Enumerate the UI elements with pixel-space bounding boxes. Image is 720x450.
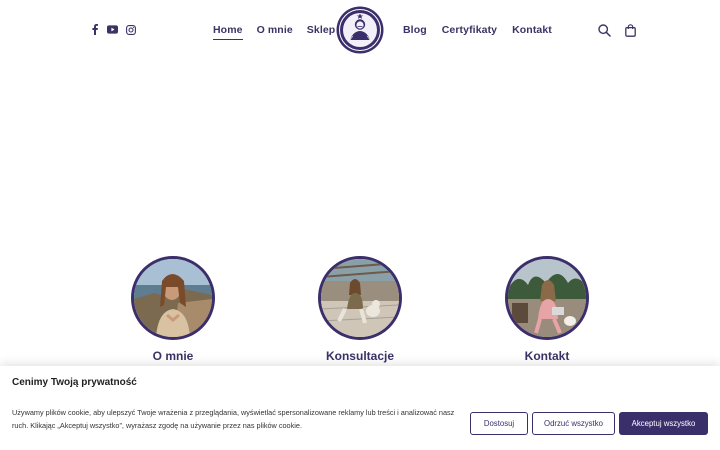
accept-all-button[interactable]: Akceptuj wszystko — [619, 412, 708, 435]
card-title-kontakt[interactable]: Kontakt — [477, 349, 617, 363]
header-actions — [598, 24, 638, 37]
nav-blog[interactable]: Blog — [403, 24, 427, 39]
reject-all-button[interactable]: Odrzuć wszystko — [532, 412, 615, 435]
cookie-description: Używamy plików cookie, aby ulepszyć Twoj… — [12, 408, 455, 430]
nav-kontakt[interactable]: Kontakt — [512, 24, 552, 39]
nav-home[interactable]: Home — [213, 24, 243, 40]
card-photo-kontakt[interactable] — [505, 256, 589, 340]
card-title-konsultacje[interactable]: Konsultacje — [290, 349, 430, 363]
main-nav-left: Home O mnie Sklep — [213, 24, 335, 40]
card-konsultacje: Konsultacje — [290, 256, 430, 363]
facebook-icon[interactable] — [89, 24, 100, 35]
cookie-title: Cenimy Twoją prywatność — [12, 377, 137, 388]
youtube-icon[interactable] — [107, 24, 118, 35]
card-title-o-mnie[interactable]: O mnie — [103, 349, 243, 363]
nav-sklep[interactable]: Sklep — [307, 24, 336, 40]
search-icon[interactable] — [598, 24, 611, 37]
customize-button[interactable]: Dostosuj — [470, 412, 528, 435]
main-nav-right: Blog Certyfikaty Kontakt — [403, 24, 552, 39]
site-header: Home O mnie Sklep Blog Certyfikaty Konta… — [0, 0, 720, 62]
cookie-banner: Cenimy Twoją prywatność Używamy plików c… — [0, 366, 720, 450]
card-o-mnie: O mnie — [103, 256, 243, 363]
card-kontakt: Kontakt — [477, 256, 617, 363]
card-photo-o-mnie[interactable] — [131, 256, 215, 340]
page: Home O mnie Sklep Blog Certyfikaty Konta… — [0, 0, 720, 450]
instagram-icon[interactable] — [125, 24, 136, 35]
nav-certyfikaty[interactable]: Certyfikaty — [442, 24, 497, 39]
nav-o-mnie[interactable]: O mnie — [257, 24, 293, 40]
card-photo-konsultacje[interactable] — [318, 256, 402, 340]
shopping-bag-icon[interactable] — [625, 24, 638, 37]
site-logo[interactable] — [336, 6, 384, 54]
social-links — [89, 24, 136, 35]
